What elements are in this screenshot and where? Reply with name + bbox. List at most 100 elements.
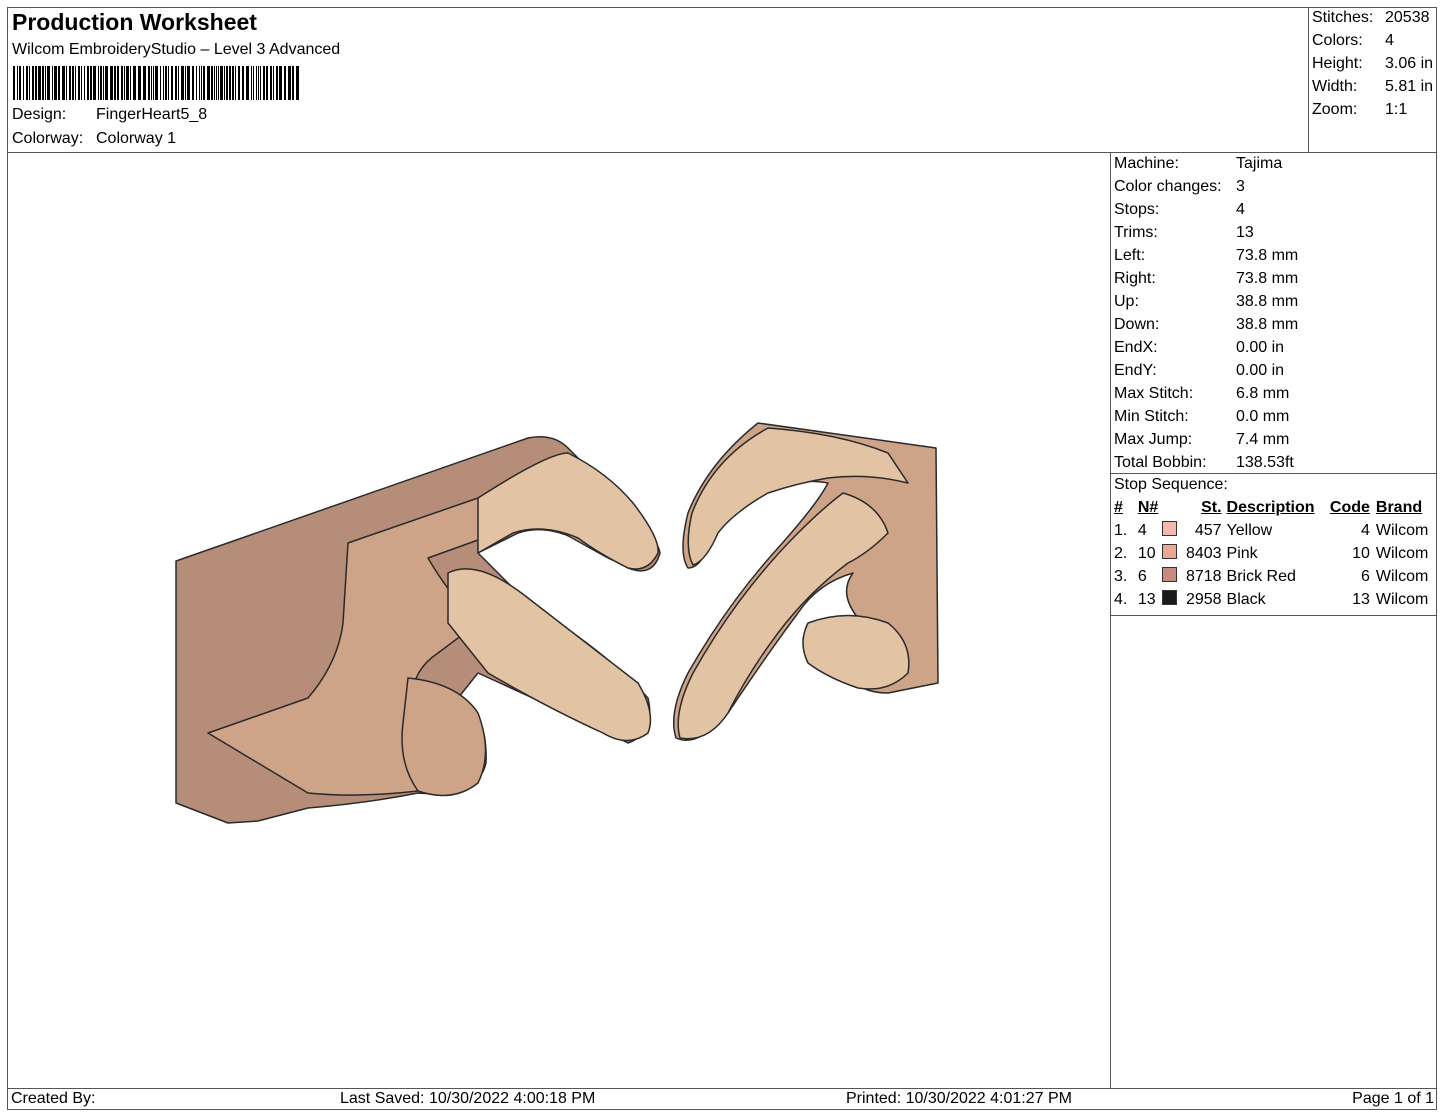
stop-sequence-title: Stop Sequence:	[1114, 476, 1228, 493]
machine-info-value: 38.8 mm	[1236, 293, 1299, 310]
stitch-count-cell: 8403	[1185, 544, 1222, 562]
machine-info-label: Right:	[1114, 270, 1156, 287]
machine-info-value: 0.00 in	[1236, 339, 1285, 356]
color-description-cell: Brick Red	[1226, 567, 1296, 585]
machine-info-value: 6.8 mm	[1236, 385, 1290, 402]
machine-info-value: 0.0 mm	[1236, 408, 1290, 425]
machine-info-row: Right: 73.8 mm	[1114, 270, 1298, 288]
col-description-header: Description	[1226, 498, 1315, 516]
col-seq-header: #	[1114, 498, 1123, 516]
machine-info-label: EndX:	[1114, 339, 1158, 356]
machine-info-label: Max Stitch:	[1114, 385, 1194, 402]
stop-sequence-table: # N# St. Description Code Brand 1. 4 457 Ye…	[1111, 496, 1437, 611]
stitch-count-cell: 457	[1194, 521, 1222, 539]
stitch-count-cell: 8718	[1185, 567, 1222, 585]
machine-info-label: Color changes:	[1114, 178, 1222, 195]
machine-info-value: 73.8 mm	[1236, 270, 1299, 287]
machine-info-label: Min Stitch:	[1114, 408, 1189, 425]
col-needle-header: N#	[1137, 498, 1159, 516]
width-value: 5.81 in	[1385, 78, 1434, 95]
machine-info-row: Min Stitch: 0.0 mm	[1114, 408, 1289, 426]
color-swatch-cell	[1162, 542, 1183, 565]
color-swatch	[1162, 590, 1178, 605]
stop-seq-cell: 3.	[1114, 567, 1128, 585]
machine-info-label: Left:	[1114, 247, 1146, 264]
machine-info-row: Max Jump: 7.4 mm	[1114, 431, 1289, 449]
thread-brand-cell: Wilcom	[1375, 567, 1429, 585]
colors-row: Colors: 4	[1312, 32, 1394, 50]
design-row: Design: FingerHeart5_8	[12, 106, 207, 124]
table-row: 2. 10 8403 Pink 10 Wilcom	[1111, 542, 1437, 565]
col-stitches-header: St.	[1201, 498, 1222, 516]
production-worksheet: Production Worksheet Wilcom EmbroiderySt…	[7, 7, 1437, 1110]
machine-info-label: Down:	[1114, 316, 1160, 333]
color-description-cell: Black	[1226, 590, 1266, 608]
stop-sequence: Stop Sequence: # N# St. Description Code…	[1111, 473, 1437, 616]
machine-info-value: 7.4 mm	[1236, 431, 1290, 448]
created-by: Created By:	[11, 1090, 96, 1107]
right-thumb	[802, 614, 910, 690]
machine-info-row: Up: 38.8 mm	[1114, 293, 1298, 311]
machine-info-row: Left: 73.8 mm	[1114, 247, 1298, 265]
machine-info-row: EndX: 0.00 in	[1114, 339, 1284, 357]
needle-number-cell: 10	[1137, 544, 1156, 562]
page-title: Production Worksheet	[12, 9, 257, 35]
stop-seq-cell: 2.	[1114, 544, 1128, 562]
printed-date: Printed: 10/30/2022 4:01:27 PM	[846, 1090, 1072, 1107]
color-code-cell: 6	[1360, 567, 1370, 585]
needle-number-cell: 13	[1137, 590, 1156, 608]
color-code-cell: 4	[1360, 521, 1370, 539]
machine-info-value: 13	[1236, 224, 1254, 241]
machine-info-label: Stops:	[1114, 201, 1160, 218]
colorway-name: Colorway 1	[96, 130, 177, 147]
color-swatch-cell	[1162, 588, 1183, 611]
thread-brand-cell: Wilcom	[1375, 544, 1429, 562]
machine-info-value: 0.00 in	[1236, 362, 1285, 379]
machine-info-value: 3	[1236, 178, 1245, 195]
colors-label: Colors:	[1312, 32, 1363, 49]
stitches-row: Stitches: 20538	[1312, 9, 1430, 27]
zoom-row: Zoom: 1:1	[1312, 101, 1407, 119]
stitches-label: Stitches:	[1312, 9, 1374, 26]
thread-brand-cell: Wilcom	[1375, 590, 1429, 608]
machine-info-label: Trims:	[1114, 224, 1158, 241]
width-row: Width: 5.81 in	[1312, 78, 1433, 96]
color-swatch-cell	[1162, 565, 1183, 588]
table-row: 4. 13 2958 Black 13 Wilcom	[1111, 588, 1437, 611]
col-brand-header: Brand	[1375, 498, 1423, 516]
design-name: FingerHeart5_8	[96, 106, 208, 123]
machine-info-value: 38.8 mm	[1236, 316, 1299, 333]
table-row: 3. 6 8718 Brick Red 6 Wilcom	[1111, 565, 1437, 588]
colors-value: 4	[1385, 32, 1394, 49]
thread-brand-cell: Wilcom	[1375, 521, 1429, 539]
height-label: Height:	[1312, 55, 1363, 72]
color-code-cell: 10	[1352, 544, 1370, 562]
machine-info-row: Machine: Tajima	[1114, 155, 1282, 173]
color-description-cell: Pink	[1226, 544, 1258, 562]
stitches-value: 20538	[1385, 9, 1430, 26]
height-row: Height: 3.06 in	[1312, 55, 1433, 73]
zoom-value: 1:1	[1385, 101, 1408, 118]
machine-info-row: Trims: 13	[1114, 224, 1254, 242]
machine-info-label: EndY:	[1114, 362, 1157, 379]
last-saved: Last Saved: 10/30/2022 4:00:18 PM	[340, 1090, 596, 1107]
color-swatch	[1162, 567, 1178, 582]
finger-heart-embroidery	[175, 422, 939, 824]
page-number: Page 1 of 1	[1352, 1090, 1434, 1107]
stop-seq-cell: 4.	[1114, 590, 1128, 608]
design-label: Design:	[12, 106, 67, 123]
stop-seq-cell: 1.	[1114, 521, 1128, 539]
worksheet-header: Production Worksheet Wilcom EmbroiderySt…	[8, 8, 1308, 153]
machine-info-label: Up:	[1114, 293, 1139, 310]
needle-number-cell: 4	[1137, 521, 1147, 539]
color-description-cell: Yellow	[1226, 521, 1273, 539]
machine-info-label: Max Jump:	[1114, 431, 1193, 448]
machine-info-row: Color changes: 3	[1114, 178, 1245, 196]
machine-info-value: 138.53ft	[1236, 454, 1294, 471]
machine-info-row: Stops: 4	[1114, 201, 1245, 219]
summary-box: Stitches: 20538 Colors: 4 Height: 3.06 in W…	[1308, 8, 1437, 153]
colorway-label: Colorway:	[12, 130, 84, 147]
zoom-label: Zoom:	[1312, 101, 1358, 118]
height-value: 3.06 in	[1385, 55, 1434, 72]
stop-sequence-header-row: # N# St. Description Code Brand	[1111, 496, 1437, 519]
